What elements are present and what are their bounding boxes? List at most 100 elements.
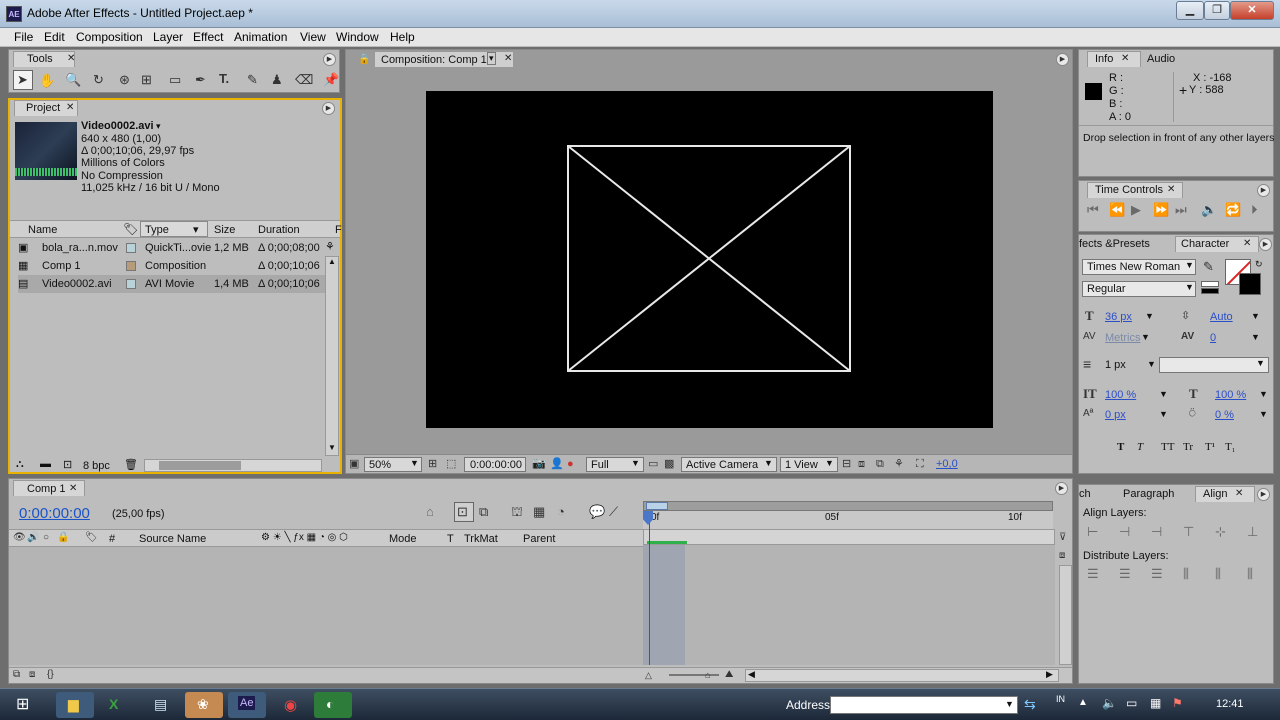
chevron-down-icon[interactable]: ▼	[1005, 699, 1014, 709]
distribute-left-icon[interactable]: ⫼	[1183, 567, 1189, 581]
time-controls-tab[interactable]: Time Controls	[1095, 184, 1163, 196]
minimize-button[interactable]: ▁	[1176, 1, 1204, 20]
selection-tool-icon[interactable]: ➤	[13, 70, 33, 90]
chrome-taskbar-button[interactable]: ◉	[272, 692, 310, 718]
bpc-button[interactable]: 8 bpc	[83, 460, 110, 472]
menu-window[interactable]: Window	[336, 30, 379, 44]
column-f[interactable]: F	[335, 224, 342, 236]
label-color-swatch[interactable]	[126, 261, 136, 271]
column-duration[interactable]: Duration	[258, 224, 300, 236]
motion-blur-icon[interactable]: ◔	[557, 505, 565, 519]
close-icon[interactable]: ✕	[1121, 53, 1129, 64]
scroll-left-icon[interactable]: ◀	[748, 669, 755, 680]
zoom-slider-thumb[interactable]: ⌂	[705, 668, 710, 682]
panel-menu-icon[interactable]: ▶	[1257, 184, 1270, 197]
faux-italic-button[interactable]: T	[1137, 441, 1143, 453]
scroll-right-icon[interactable]: ▶	[1046, 669, 1053, 680]
snapshot-icon[interactable]: 📷	[532, 457, 546, 471]
track-area[interactable]	[643, 545, 1055, 665]
first-frame-icon[interactable]: ⏮	[1087, 203, 1099, 217]
graph-editor-icon[interactable]: ⟋	[609, 505, 618, 519]
trash-icon[interactable]: 🗑	[124, 458, 138, 471]
track-matte-column[interactable]: TrkMat	[464, 533, 498, 545]
swap-colors-icon[interactable]: ↻	[1255, 259, 1263, 270]
panel-menu-icon[interactable]: ▶	[1056, 53, 1069, 66]
volume-icon[interactable]: 🔈	[1102, 696, 1117, 710]
notepad-taskbar-button[interactable]: ▤	[142, 692, 180, 718]
puppet-tool-icon[interactable]: 📌	[323, 73, 339, 87]
align-top-icon[interactable]: ⊤	[1183, 525, 1194, 539]
align-right-icon[interactable]: ⊣	[1151, 525, 1162, 539]
tsume-value[interactable]: 0 %	[1215, 409, 1234, 421]
flowchart-icon[interactable]: ⚘	[894, 457, 904, 471]
label-color-swatch[interactable]	[126, 243, 136, 253]
hide-shy-layers-icon[interactable]: ⛫	[511, 505, 523, 519]
menu-animation[interactable]: Animation	[234, 30, 287, 44]
vertical-scrollbar[interactable]	[1059, 565, 1072, 665]
zoom-out-icon[interactable]: △	[645, 668, 652, 682]
source-name-column[interactable]: Source Name	[139, 533, 206, 545]
close-icon[interactable]: ✕	[69, 483, 77, 494]
align-left-icon[interactable]: ⊢	[1087, 525, 1098, 539]
chevron-down-icon[interactable]: ▼	[1141, 332, 1150, 342]
timeline-icon[interactable]: ⧉	[876, 457, 884, 471]
align-vertical-center-icon[interactable]: ⊹	[1215, 525, 1226, 539]
superscript-button[interactable]: T¹	[1205, 441, 1215, 453]
windows-start-icon[interactable]: ⊞	[16, 694, 29, 714]
expand-panes-icon[interactable]: {}	[47, 668, 54, 682]
layer-number-column[interactable]: #	[109, 533, 115, 545]
tracker-tab[interactable]: ch	[1079, 488, 1091, 500]
camera-dropdown[interactable]: Active Camera ▼	[681, 457, 777, 472]
lock-icon[interactable]: 🔒	[358, 53, 370, 67]
small-caps-button[interactable]: Tr	[1183, 441, 1193, 453]
last-frame-icon[interactable]: ⏭	[1175, 203, 1187, 217]
vertical-scale-value[interactable]: 100 %	[1105, 389, 1136, 401]
fast-previews-icon[interactable]: ⧈	[858, 457, 865, 471]
label-tag-icon[interactable]: 🏷	[123, 222, 138, 236]
distribute-right-icon[interactable]: ⫼	[1247, 567, 1253, 581]
flowchart-icon[interactable]: ⚘	[325, 240, 335, 253]
current-time-display[interactable]: 0:00:00:00	[19, 505, 90, 522]
mode-column[interactable]: Mode	[389, 533, 417, 545]
timeline-horizontal-scrollbar[interactable]: ◀ ▶	[745, 669, 1059, 682]
network-icon[interactable]: ▦	[1150, 696, 1161, 710]
current-time-field[interactable]: 0:00:00:00	[464, 457, 526, 472]
vertical-scrollbar[interactable]: ▲ ▼	[325, 256, 339, 456]
audio-switch-icon[interactable]: 🔊	[27, 531, 39, 545]
eraser-tool-icon[interactable]: ⌫	[295, 73, 313, 87]
work-area-start[interactable]	[646, 502, 668, 510]
close-icon[interactable]: ✕	[1167, 184, 1175, 195]
audio-icon[interactable]: 🔈	[1201, 203, 1217, 217]
type-tool-icon[interactable]: T.	[219, 72, 229, 86]
info-tab[interactable]: Info	[1095, 53, 1113, 65]
color-channels-icon[interactable]: ●	[567, 457, 574, 471]
language-indicator[interactable]: IN	[1056, 694, 1065, 704]
distribute-horizontal-center-icon[interactable]: ⫼	[1215, 567, 1221, 581]
interpret-footage-icon[interactable]: ⛬	[16, 458, 24, 471]
go-icon[interactable]: ⇆	[1024, 696, 1036, 713]
previous-frame-icon[interactable]: ⏪	[1109, 203, 1125, 217]
excel-taskbar-button[interactable]: X	[97, 692, 135, 718]
audio-tab[interactable]: Audio	[1147, 53, 1175, 65]
draft-3d-icon[interactable]: ⧉	[479, 505, 488, 519]
distribute-vertical-center-icon[interactable]: ☰	[1119, 567, 1131, 581]
panel-menu-icon[interactable]: ▶	[1259, 238, 1272, 251]
project-item[interactable]: ▤ Video0002.avi AVI Movie 1,4 MB Δ 0;00;…	[18, 275, 326, 293]
scroll-thumb[interactable]	[159, 461, 241, 470]
show-snapshot-icon[interactable]: 👤	[550, 457, 564, 471]
scroll-up-icon[interactable]: ▲	[328, 257, 336, 266]
grid-guides-icon[interactable]: ⊞	[428, 457, 437, 471]
comp-timeline-tab[interactable]: Comp 1	[27, 483, 66, 495]
clone-stamp-icon[interactable]: ♟	[271, 73, 283, 87]
kerning-value[interactable]: Metrics	[1105, 332, 1140, 344]
layer-list-area[interactable]	[9, 547, 643, 665]
horizontal-scale-value[interactable]: 100 %	[1215, 389, 1246, 401]
new-composition-icon[interactable]: ⊡	[63, 458, 72, 471]
align-bottom-icon[interactable]: ⊥	[1247, 525, 1258, 539]
parent-column[interactable]: Parent	[523, 533, 555, 545]
lock-switch-icon[interactable]: 🔒	[57, 531, 69, 545]
tools-tab[interactable]: Tools	[27, 53, 53, 65]
pixel-aspect-icon[interactable]: ⊟	[842, 457, 851, 471]
region-of-interest-icon[interactable]: ▭	[648, 457, 658, 471]
current-time-indicator[interactable]	[649, 511, 650, 665]
